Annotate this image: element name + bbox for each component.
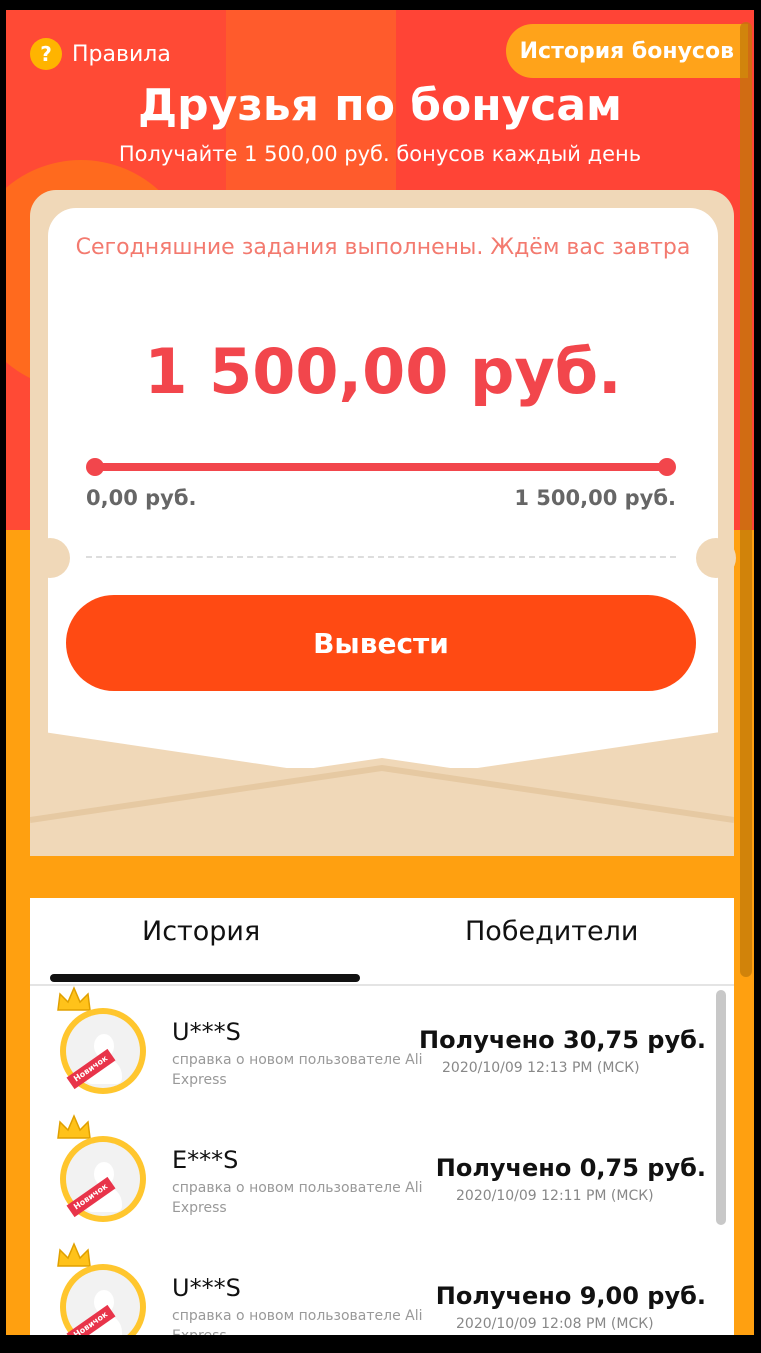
- tab-history[interactable]: История: [142, 916, 260, 947]
- progress-start-dot: [86, 458, 104, 476]
- crown-icon: [57, 1114, 91, 1139]
- system-nav-bar: [0, 1335, 761, 1353]
- user-description: справка о новом пользователе Ali Express: [172, 1180, 423, 1216]
- received-time: 2020/10/09 12:08 PM (МСК): [456, 1316, 654, 1332]
- progress-bar: [94, 463, 668, 471]
- envelope-flap: [30, 730, 734, 856]
- crown-icon: [57, 986, 91, 1011]
- rules-label: Правила: [72, 41, 171, 67]
- dashed-divider: [86, 556, 676, 558]
- active-tab-indicator: [50, 974, 360, 982]
- list-item: Новичок U***S справка о новом пользовате…: [30, 986, 734, 1118]
- user-description: справка о новом пользователе Ali Express: [172, 1052, 423, 1088]
- received-amount: Получено 0,75 руб.: [435, 1154, 706, 1182]
- bonus-friends-page: ? Правила История бонусов Друзья по бону…: [6, 10, 754, 1335]
- rules-link[interactable]: ? Правила: [30, 38, 171, 70]
- crown-icon: [57, 1242, 91, 1267]
- ticket-notch-left: [30, 538, 70, 578]
- user-name: U***S: [172, 1274, 241, 1302]
- page-scrollbar[interactable]: [740, 22, 752, 977]
- page-title: Друзья по бонусам: [137, 80, 623, 131]
- progress-end-dot: [658, 458, 676, 476]
- user-description: справка о новом пользователе Ali Express: [172, 1308, 423, 1335]
- tab-winners[interactable]: Победители: [465, 916, 638, 947]
- received-time: 2020/10/09 12:13 PM (МСК): [442, 1060, 640, 1076]
- range-max-label: 1 500,00 руб.: [514, 486, 676, 510]
- question-icon: ?: [30, 38, 62, 70]
- received-time: 2020/10/09 12:11 PM (МСК): [456, 1188, 654, 1204]
- received-amount: Получено 9,00 руб.: [435, 1282, 706, 1310]
- tab-divider: [30, 984, 734, 986]
- user-name: E***S: [172, 1146, 239, 1174]
- bonus-history-button[interactable]: История бонусов: [505, 24, 748, 78]
- bonus-amount: 1 500,00 руб.: [144, 335, 622, 408]
- list-item: Новичок E***S справка о новом пользовате…: [30, 1114, 734, 1246]
- received-amount: Получено 30,75 руб.: [419, 1026, 706, 1054]
- page-subtitle: Получайте 1 500,00 руб. бонусов каждый д…: [118, 142, 642, 166]
- list-item: Новичок U***S справка о новом пользовате…: [30, 1242, 734, 1335]
- history-panel: История Победители Новичок U***S справка…: [30, 898, 734, 1335]
- ticket-notch-right: [696, 538, 736, 578]
- range-min-label: 0,00 руб.: [86, 486, 197, 510]
- withdraw-button[interactable]: Вывести: [66, 595, 696, 691]
- user-name: U***S: [172, 1018, 241, 1046]
- tasks-done-text: Сегодняшние задания выполнены. Ждём вас …: [75, 235, 691, 260]
